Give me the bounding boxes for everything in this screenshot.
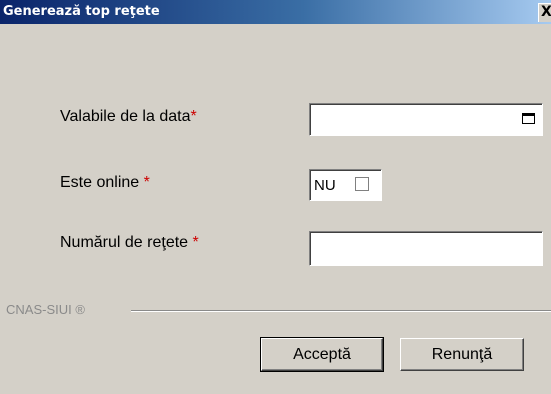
online-label-text: Este online [60, 174, 144, 191]
close-icon[interactable]: X [538, 3, 551, 22]
required-mark: * [143, 174, 150, 191]
online-checkbox[interactable] [355, 177, 369, 191]
cancel-button[interactable]: Renunţă [400, 338, 524, 371]
required-mark: * [192, 234, 199, 251]
dialog-window: Generează top reţete X Valabile de la da… [0, 0, 551, 394]
online-value: NU [314, 177, 336, 194]
calendar-icon[interactable] [522, 113, 535, 124]
window-title: Generează top reţete [3, 4, 160, 19]
title-bar[interactable]: Generează top reţete X [0, 0, 551, 24]
count-label: Numărul de reţete * [60, 234, 199, 252]
required-mark: * [190, 108, 197, 125]
count-input[interactable] [309, 231, 543, 266]
brand-label: CNAS-SIUI ® [6, 302, 85, 317]
count-label-text: Numărul de reţete [60, 234, 193, 251]
accept-button[interactable]: Acceptă [260, 337, 384, 372]
date-picker-field[interactable] [309, 103, 543, 136]
date-label-text: Valabile de la data [60, 108, 191, 125]
date-label: Valabile de la data* [60, 108, 197, 126]
online-label: Este online * [60, 174, 150, 192]
online-toggle[interactable]: NU [309, 169, 382, 201]
separator-line [131, 310, 551, 312]
